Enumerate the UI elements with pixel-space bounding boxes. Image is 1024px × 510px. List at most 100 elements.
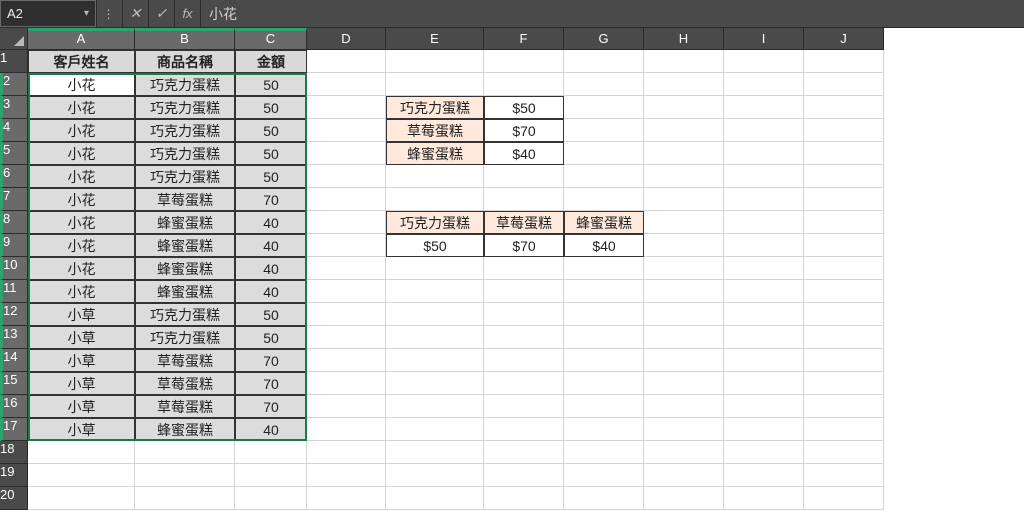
cell-G8[interactable]: 蜂蜜蛋糕 [564,211,644,234]
cell-H9[interactable] [644,234,724,257]
cell-D6[interactable] [307,165,386,188]
cell-J16[interactable] [804,395,884,418]
cell-F15[interactable] [484,372,564,395]
column-header-I[interactable]: I [724,28,804,50]
cell-E17[interactable] [386,418,484,441]
cell-H8[interactable] [644,211,724,234]
cell-B17[interactable]: 蜂蜜蛋糕 [135,418,235,441]
cell-D18[interactable] [307,441,386,464]
cell-G18[interactable] [564,441,644,464]
cell-E7[interactable] [386,188,484,211]
cell-C1[interactable]: 金額 [235,50,307,73]
cell-J6[interactable] [804,165,884,188]
row-header-17[interactable]: 17 [0,418,28,441]
cell-C14[interactable]: 70 [235,349,307,372]
cell-I1[interactable] [724,50,804,73]
cell-E19[interactable] [386,464,484,487]
cell-B11[interactable]: 蜂蜜蛋糕 [135,280,235,303]
cell-E15[interactable] [386,372,484,395]
cell-B6[interactable]: 巧克力蛋糕 [135,165,235,188]
cell-B2[interactable]: 巧克力蛋糕 [135,73,235,96]
cell-E6[interactable] [386,165,484,188]
row-header-14[interactable]: 14 [0,349,28,372]
cell-D14[interactable] [307,349,386,372]
cell-G4[interactable] [564,119,644,142]
row-header-8[interactable]: 8 [0,211,28,234]
cell-A4[interactable]: 小花 [28,119,135,142]
name-box[interactable]: A2 ▾ [0,0,96,27]
cell-F19[interactable] [484,464,564,487]
cell-C18[interactable] [235,441,307,464]
cell-E13[interactable] [386,326,484,349]
cell-C6[interactable]: 50 [235,165,307,188]
cell-J14[interactable] [804,349,884,372]
cell-G17[interactable] [564,418,644,441]
cell-E4[interactable]: 草莓蛋糕 [386,119,484,142]
cell-A17[interactable]: 小草 [28,418,135,441]
cell-C10[interactable]: 40 [235,257,307,280]
cell-F4[interactable]: $70 [484,119,564,142]
cell-I13[interactable] [724,326,804,349]
cell-I2[interactable] [724,73,804,96]
cell-J1[interactable] [804,50,884,73]
cell-E8[interactable]: 巧克力蛋糕 [386,211,484,234]
column-header-E[interactable]: E [386,28,484,50]
cell-I12[interactable] [724,303,804,326]
cell-J20[interactable] [804,487,884,510]
cell-F7[interactable] [484,188,564,211]
cell-J5[interactable] [804,142,884,165]
column-header-H[interactable]: H [644,28,724,50]
cell-C8[interactable]: 40 [235,211,307,234]
confirm-icon[interactable]: ✓ [149,0,175,27]
cell-A19[interactable] [28,464,135,487]
cell-H11[interactable] [644,280,724,303]
column-header-D[interactable]: D [307,28,386,50]
cell-A9[interactable]: 小花 [28,234,135,257]
cell-B20[interactable] [135,487,235,510]
cell-I16[interactable] [724,395,804,418]
cell-H18[interactable] [644,441,724,464]
cell-G7[interactable] [564,188,644,211]
cell-J12[interactable] [804,303,884,326]
cell-I19[interactable] [724,464,804,487]
cell-J11[interactable] [804,280,884,303]
cell-H15[interactable] [644,372,724,395]
cell-F20[interactable] [484,487,564,510]
cell-J3[interactable] [804,96,884,119]
cell-A6[interactable]: 小花 [28,165,135,188]
select-all-corner[interactable] [0,28,28,50]
cell-J4[interactable] [804,119,884,142]
cell-D19[interactable] [307,464,386,487]
cell-D16[interactable] [307,395,386,418]
cell-I8[interactable] [724,211,804,234]
chevron-down-icon[interactable]: ▾ [84,8,89,19]
row-header-2[interactable]: 2 [0,73,28,96]
cell-A13[interactable]: 小草 [28,326,135,349]
cell-B15[interactable]: 草莓蛋糕 [135,372,235,395]
cell-F16[interactable] [484,395,564,418]
cell-E1[interactable] [386,50,484,73]
cell-I3[interactable] [724,96,804,119]
cell-H20[interactable] [644,487,724,510]
cell-D2[interactable] [307,73,386,96]
cancel-icon[interactable]: ✕ [123,0,149,27]
row-header-18[interactable]: 18 [0,441,28,464]
cell-J7[interactable] [804,188,884,211]
cell-C11[interactable]: 40 [235,280,307,303]
cell-J13[interactable] [804,326,884,349]
cell-B19[interactable] [135,464,235,487]
cell-I14[interactable] [724,349,804,372]
cell-E3[interactable]: 巧克力蛋糕 [386,96,484,119]
cell-H7[interactable] [644,188,724,211]
cell-B5[interactable]: 巧克力蛋糕 [135,142,235,165]
cell-F6[interactable] [484,165,564,188]
cell-I9[interactable] [724,234,804,257]
row-header-5[interactable]: 5 [0,142,28,165]
cell-B12[interactable]: 巧克力蛋糕 [135,303,235,326]
column-header-B[interactable]: B [135,28,235,50]
row-header-11[interactable]: 11 [0,280,28,303]
row-header-13[interactable]: 13 [0,326,28,349]
row-header-6[interactable]: 6 [0,165,28,188]
cell-F3[interactable]: $50 [484,96,564,119]
cell-D11[interactable] [307,280,386,303]
